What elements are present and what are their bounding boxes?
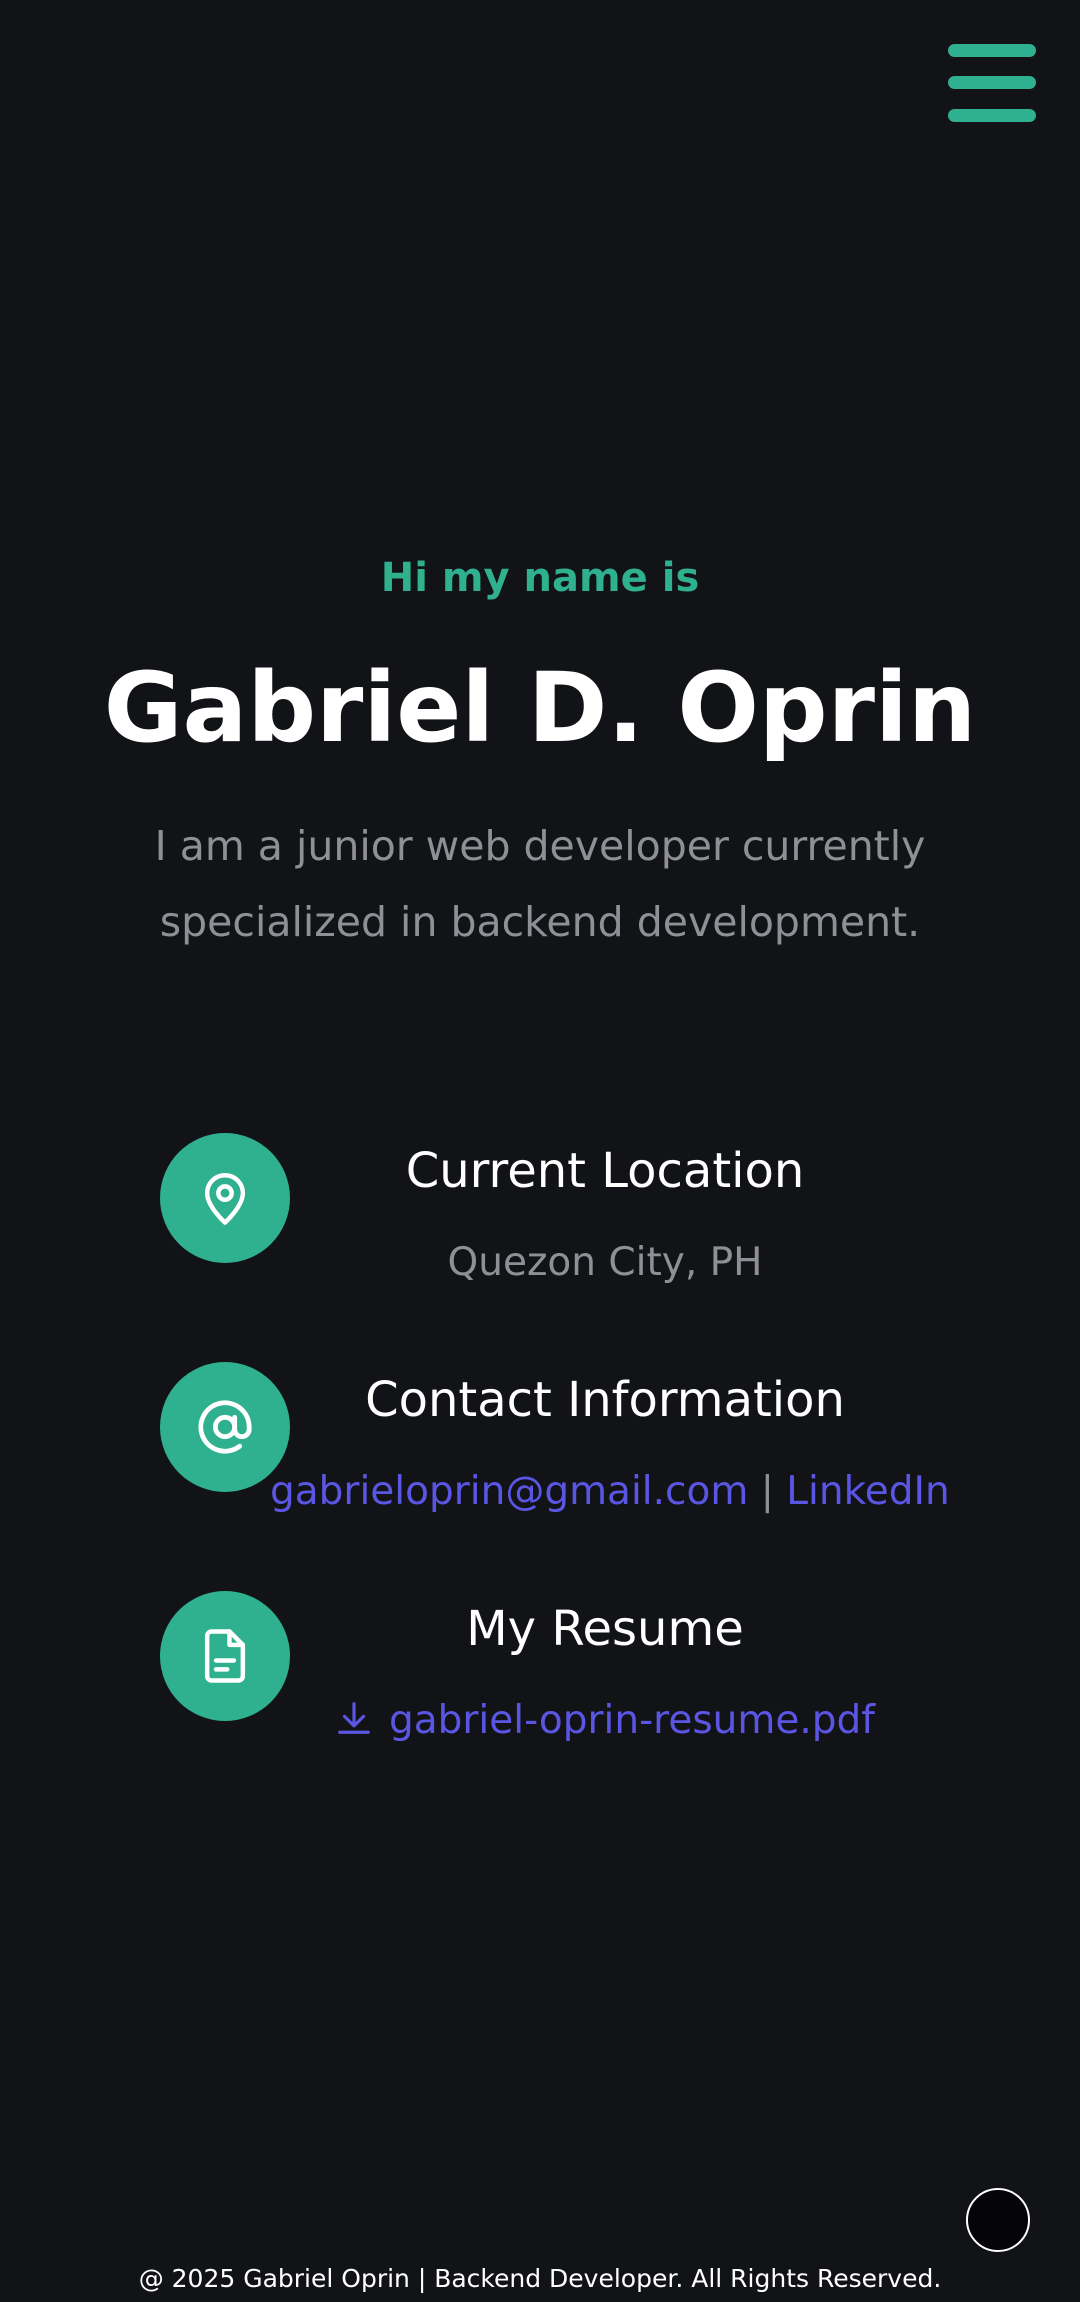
scroll-to-top-button[interactable] (966, 2188, 1030, 2252)
resume-download-link[interactable]: gabriel-oprin-resume.pdf (335, 1698, 875, 1743)
location-title: Current Location (405, 1143, 805, 1199)
linkedin-link[interactable]: LinkedIn (786, 1469, 949, 1514)
page-title: Gabriel D. Oprin (103, 652, 977, 764)
tagline-line-1: I am a junior web developer currently (154, 822, 926, 870)
resume-file-name: gabriel-oprin-resume.pdf (388, 1698, 875, 1743)
greeting-text: Hi my name is (380, 555, 700, 601)
contact-separator: | (760, 1469, 774, 1514)
tagline-line-2: specialized in backend development. (159, 898, 921, 946)
menu-bar-top (948, 44, 1036, 57)
email-link[interactable]: gabrieloprin@gmail.com (270, 1469, 748, 1514)
tagline: I am a junior web developer currently sp… (0, 808, 1080, 960)
location-value: Quezon City, PH (447, 1240, 763, 1285)
resume-download: gabriel-oprin-resume.pdf (270, 1694, 940, 1752)
footer-text: @ 2025 Gabriel Oprin | Backend Developer… (138, 2264, 942, 2293)
contact-title: Contact Information (365, 1372, 845, 1428)
resume-title: My Resume (466, 1601, 744, 1657)
hamburger-menu-icon[interactable] (948, 44, 1036, 122)
download-icon (335, 1698, 373, 1752)
menu-bar-bottom (948, 109, 1036, 122)
menu-bar-middle (948, 76, 1036, 89)
contact-links: gabrieloprin@gmail.com | LinkedIn (270, 1465, 950, 1519)
